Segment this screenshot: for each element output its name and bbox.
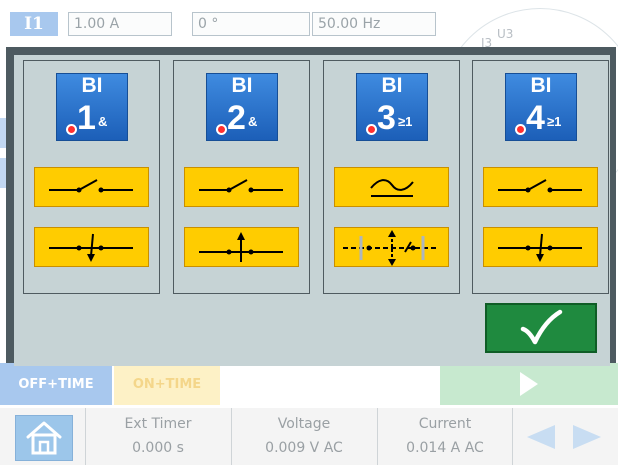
led-icon: [216, 124, 227, 135]
mode-tile-rising-edge[interactable]: [184, 227, 299, 267]
analog-threshold-icon: [370, 179, 414, 197]
mode-tile-open-to-close[interactable]: [483, 167, 598, 207]
ext-timer-display: Ext Timer 0.000 s: [85, 408, 230, 465]
led-icon: [66, 124, 77, 135]
binary-input-panel-2: BI 2 &: [173, 60, 310, 294]
checkmark-icon: [520, 309, 563, 345]
arrow-right-icon[interactable]: [569, 422, 605, 452]
led-icon: [515, 124, 526, 135]
bi-number: 3: [377, 99, 396, 137]
magnitude-field[interactable]: 1.00 A: [68, 12, 172, 36]
arrow-left-icon[interactable]: [523, 422, 559, 452]
mode-tile-falling-edge[interactable]: [483, 227, 598, 267]
bi-label: BI: [381, 74, 403, 97]
phase-field[interactable]: 0 °: [192, 12, 310, 36]
voltage-label: Voltage: [277, 416, 331, 432]
bi-logic: &: [98, 114, 108, 129]
bi-logic: ≥1: [547, 114, 562, 129]
switch-falling-icon: [498, 233, 582, 262]
bi-logic: ≥1: [398, 114, 413, 129]
led-icon: [366, 124, 377, 135]
confirm-button[interactable]: [485, 303, 597, 353]
switch-rising-icon: [199, 232, 283, 262]
switch-open-icon: [199, 179, 283, 193]
bi-logic: &: [248, 114, 258, 129]
channel-button[interactable]: I1: [10, 12, 58, 36]
frequency-field[interactable]: 50.00 Hz: [312, 12, 436, 36]
bi-number: 2: [227, 99, 246, 137]
nav-arrows: [512, 408, 618, 465]
mode-tile-analog-threshold[interactable]: [334, 167, 449, 207]
play-button[interactable]: [440, 363, 618, 405]
bi-number: 1: [77, 99, 96, 137]
bi-label: BI: [81, 74, 103, 97]
current-label: Current: [418, 416, 472, 432]
binary-input-panel-4: BI 4 ≥1: [472, 60, 609, 294]
mode-tile-any-edge[interactable]: [334, 227, 449, 267]
off-time-button[interactable]: OFF+TIME: [0, 363, 112, 405]
mode-tile-falling-edge[interactable]: [34, 227, 149, 267]
binary-input-badge-4[interactable]: BI 4 ≥1: [505, 73, 577, 141]
vector-label-u3: U3: [497, 27, 514, 41]
switch-open-icon: [498, 179, 582, 193]
bi-label: BI: [231, 74, 253, 97]
mode-tile-open-to-close[interactable]: [34, 167, 149, 207]
ext-timer-value: 0.000 s: [132, 440, 184, 456]
on-time-button[interactable]: ON+TIME: [114, 363, 220, 405]
play-icon: [520, 372, 538, 396]
switch-falling-icon: [49, 233, 133, 262]
binary-input-badge-2[interactable]: BI 2 &: [206, 73, 278, 141]
bi-number: 4: [526, 99, 545, 137]
voltage-display: Voltage 0.009 V AC: [231, 408, 376, 465]
current-display: Current 0.014 A AC: [377, 408, 512, 465]
mode-tile-open-to-close[interactable]: [184, 167, 299, 207]
binary-input-panel-1: BI 1 &: [23, 60, 160, 294]
binary-input-badge-1[interactable]: BI 1 &: [56, 73, 128, 141]
home-icon: [26, 421, 62, 455]
current-value: 0.014 A AC: [406, 440, 484, 456]
home-button[interactable]: [15, 415, 73, 461]
bi-label: BI: [530, 74, 552, 97]
voltage-value: 0.009 V AC: [265, 440, 343, 456]
binary-input-panel-3: BI 3 ≥1: [323, 60, 460, 294]
switch-any-edge-icon: [343, 230, 439, 266]
binary-input-badge-3[interactable]: BI 3 ≥1: [356, 73, 428, 141]
ext-timer-label: Ext Timer: [124, 416, 192, 432]
switch-open-icon: [49, 179, 133, 193]
